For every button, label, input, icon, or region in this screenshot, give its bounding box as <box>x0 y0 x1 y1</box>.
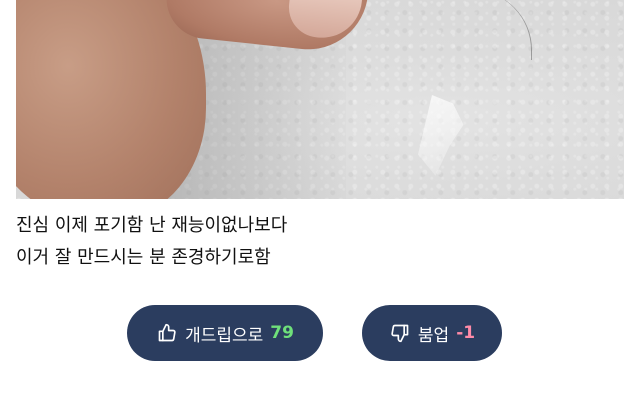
upvote-count: 79 <box>270 323 294 343</box>
post-body: 진심 이제 포기함 난 재능이없나보다 이거 잘 만드시는 분 존경하기로함 <box>16 210 624 274</box>
post-photo <box>16 0 624 199</box>
thumbs-up-icon <box>156 322 178 344</box>
post-page: 진심 이제 포기함 난 재능이없나보다 이거 잘 만드시는 분 존경하기로함 개… <box>0 0 640 415</box>
upvote-button[interactable]: 개드립으로 79 <box>127 305 323 361</box>
post-line-1: 진심 이제 포기함 난 재능이없나보다 <box>16 215 288 236</box>
thumbs-down-icon <box>389 322 411 344</box>
post-line-2: 이거 잘 만드시는 분 존경하기로함 <box>16 247 271 268</box>
downvote-label: 붐업 <box>417 325 450 346</box>
hand <box>16 0 206 199</box>
upvote-label: 개드립으로 <box>185 325 264 346</box>
downvote-button[interactable]: 붐업 -1 <box>362 305 502 361</box>
vote-bar: 개드립으로 79 붐업 -1 <box>0 305 640 361</box>
downvote-count: -1 <box>456 323 476 343</box>
